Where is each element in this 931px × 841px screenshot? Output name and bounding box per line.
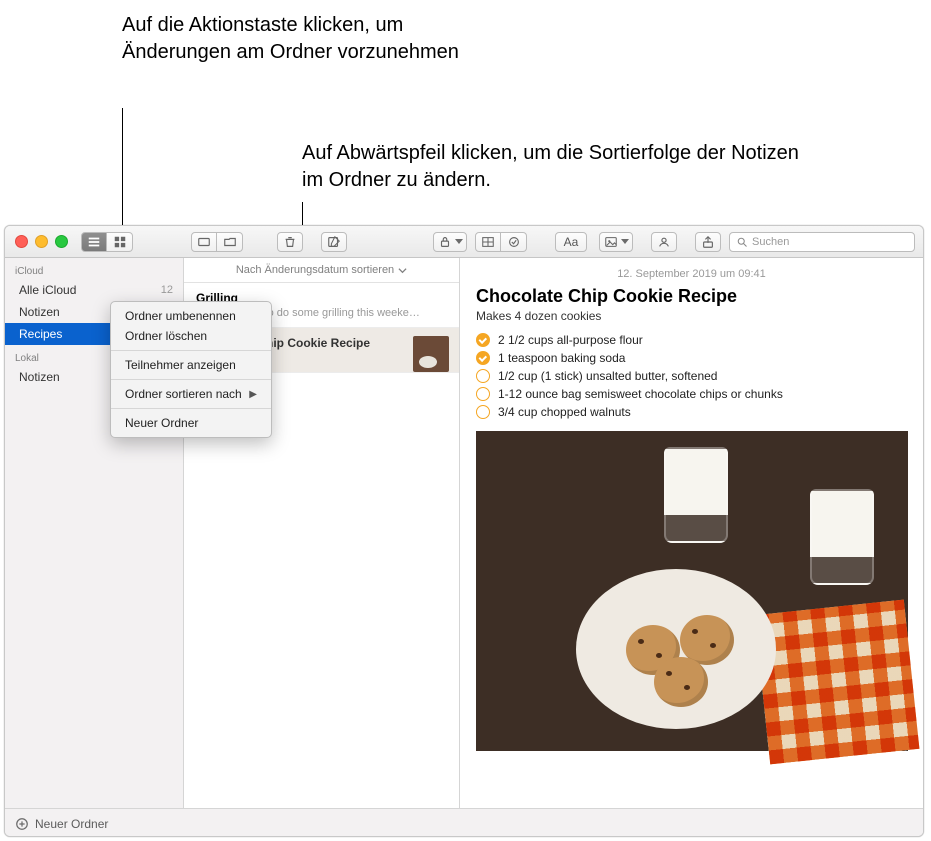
photo-icon [604, 235, 618, 249]
add-people-icon [657, 235, 671, 249]
search-placeholder: Suchen [752, 236, 789, 248]
folder-context-menu: Ordner umbenennen Ordner löschen Teilneh… [110, 301, 272, 438]
attachment-icon [197, 235, 211, 249]
sidebar-item-all-icloud[interactable]: Alle iCloud 12 [5, 279, 183, 301]
checklist-item[interactable]: 1-12 ounce bag semisweet chocolate chips… [476, 387, 907, 401]
notes-window: Aa Suchen [4, 225, 924, 837]
format-button[interactable]: Aa [555, 232, 587, 252]
media-button[interactable] [599, 232, 633, 252]
ctx-delete-folder[interactable]: Ordner löschen [111, 326, 271, 346]
note-photo [476, 431, 908, 751]
gallery-view-button[interactable] [107, 232, 133, 252]
note-thumbnail [413, 336, 449, 372]
note-subheading: Makes 4 dozen cookies [476, 309, 907, 323]
share-button[interactable] [695, 232, 721, 252]
close-window-button[interactable] [15, 235, 28, 248]
checklist-text: 2 1/2 cups all-purpose flour [498, 333, 643, 347]
note-meta: 12. September 2019 um 09:41 [476, 268, 907, 280]
checkbox[interactable] [476, 405, 490, 419]
collaborate-button[interactable] [651, 232, 677, 252]
submenu-arrow-icon: ▶ [249, 389, 257, 400]
plus-circle-icon [15, 817, 29, 831]
checklist-text: 1/2 cup (1 stick) unsalted butter, softe… [498, 369, 717, 383]
table-button[interactable] [475, 232, 501, 252]
ctx-show-participants[interactable]: Teilnehmer anzeigen [111, 355, 271, 375]
checklist-item[interactable]: 1/2 cup (1 stick) unsalted butter, softe… [476, 369, 907, 383]
new-folder-button[interactable]: Neuer Ordner [35, 817, 108, 831]
delete-note-button[interactable] [217, 232, 243, 252]
checklist-item[interactable]: 1 teaspoon baking soda [476, 351, 907, 365]
checklist-icon [507, 235, 521, 249]
callout-sort: Auf Abwärtspfeil klicken, um die Sortier… [302, 140, 822, 194]
ctx-label: Ordner umbenennen [125, 309, 236, 323]
ctx-label: Ordner sortieren nach [125, 387, 242, 401]
sidebar-item-label: Notizen [19, 305, 60, 319]
sidebar-item-label: Alle iCloud [19, 283, 76, 297]
ctx-sort-folder[interactable]: Ordner sortieren nach ▶ [111, 384, 271, 404]
checklist-button[interactable] [501, 232, 527, 252]
checklist: 2 1/2 cups all-purpose flour 1 teaspoon b… [476, 333, 907, 419]
ctx-label: Neuer Ordner [125, 416, 198, 430]
grid-icon [113, 235, 127, 249]
lock-button[interactable] [433, 232, 467, 252]
ctx-label: Teilnehmer anzeigen [125, 358, 236, 372]
sidebar-section-icloud: iCloud [5, 262, 183, 279]
checklist-text: 3/4 cup chopped walnuts [498, 405, 631, 419]
zoom-window-button[interactable] [55, 235, 68, 248]
list-view-button[interactable] [81, 232, 107, 252]
checklist-text: 1 teaspoon baking soda [498, 351, 625, 365]
chevron-down-icon [455, 239, 463, 244]
chevron-down-icon [621, 239, 629, 244]
sidebar-item-label: Notizen [19, 370, 60, 384]
ctx-rename-folder[interactable]: Ordner umbenennen [111, 306, 271, 326]
ctx-new-folder[interactable]: Neuer Ordner [111, 413, 271, 433]
new-note-button[interactable] [321, 232, 347, 252]
checklist-item[interactable]: 3/4 cup chopped walnuts [476, 405, 907, 419]
attachments-button[interactable] [191, 232, 217, 252]
sort-dropdown[interactable]: Nach Änderungsdatum sortieren [184, 258, 459, 283]
sidebar-footer: Neuer Ordner [5, 808, 923, 837]
trash-icon [283, 235, 297, 249]
minimize-window-button[interactable] [35, 235, 48, 248]
sidebar-item-label: Recipes [19, 327, 62, 341]
folder-icon [223, 235, 237, 249]
list-icon [87, 235, 101, 249]
search-input[interactable]: Suchen [729, 232, 915, 252]
sort-label: Nach Änderungsdatum sortieren [236, 264, 394, 276]
checkbox[interactable] [476, 369, 490, 383]
checklist-item[interactable]: 2 1/2 cups all-purpose flour [476, 333, 907, 347]
view-toggle [81, 232, 133, 252]
compose-icon [327, 235, 341, 249]
share-icon [701, 235, 715, 249]
checkbox[interactable] [476, 333, 490, 347]
note-heading: Chocolate Chip Cookie Recipe [476, 286, 907, 307]
ctx-label: Ordner löschen [125, 329, 207, 343]
checkbox[interactable] [476, 351, 490, 365]
sidebar-item-count: 12 [161, 284, 173, 296]
ctx-separator [111, 408, 271, 409]
ctx-separator [111, 379, 271, 380]
note-content[interactable]: 12. September 2019 um 09:41 Chocolate Ch… [460, 258, 923, 808]
window-controls [15, 235, 68, 248]
table-icon [481, 235, 495, 249]
checkbox[interactable] [476, 387, 490, 401]
chevron-down-icon [398, 266, 407, 275]
trash-button[interactable] [277, 232, 303, 252]
callout-action: Auf die Aktionstaste klicken, um Änderun… [122, 12, 462, 66]
search-icon [736, 236, 748, 248]
titlebar: Aa Suchen [5, 226, 923, 258]
lock-icon [438, 235, 452, 249]
ctx-separator [111, 350, 271, 351]
checklist-text: 1-12 ounce bag semisweet chocolate chips… [498, 387, 783, 401]
